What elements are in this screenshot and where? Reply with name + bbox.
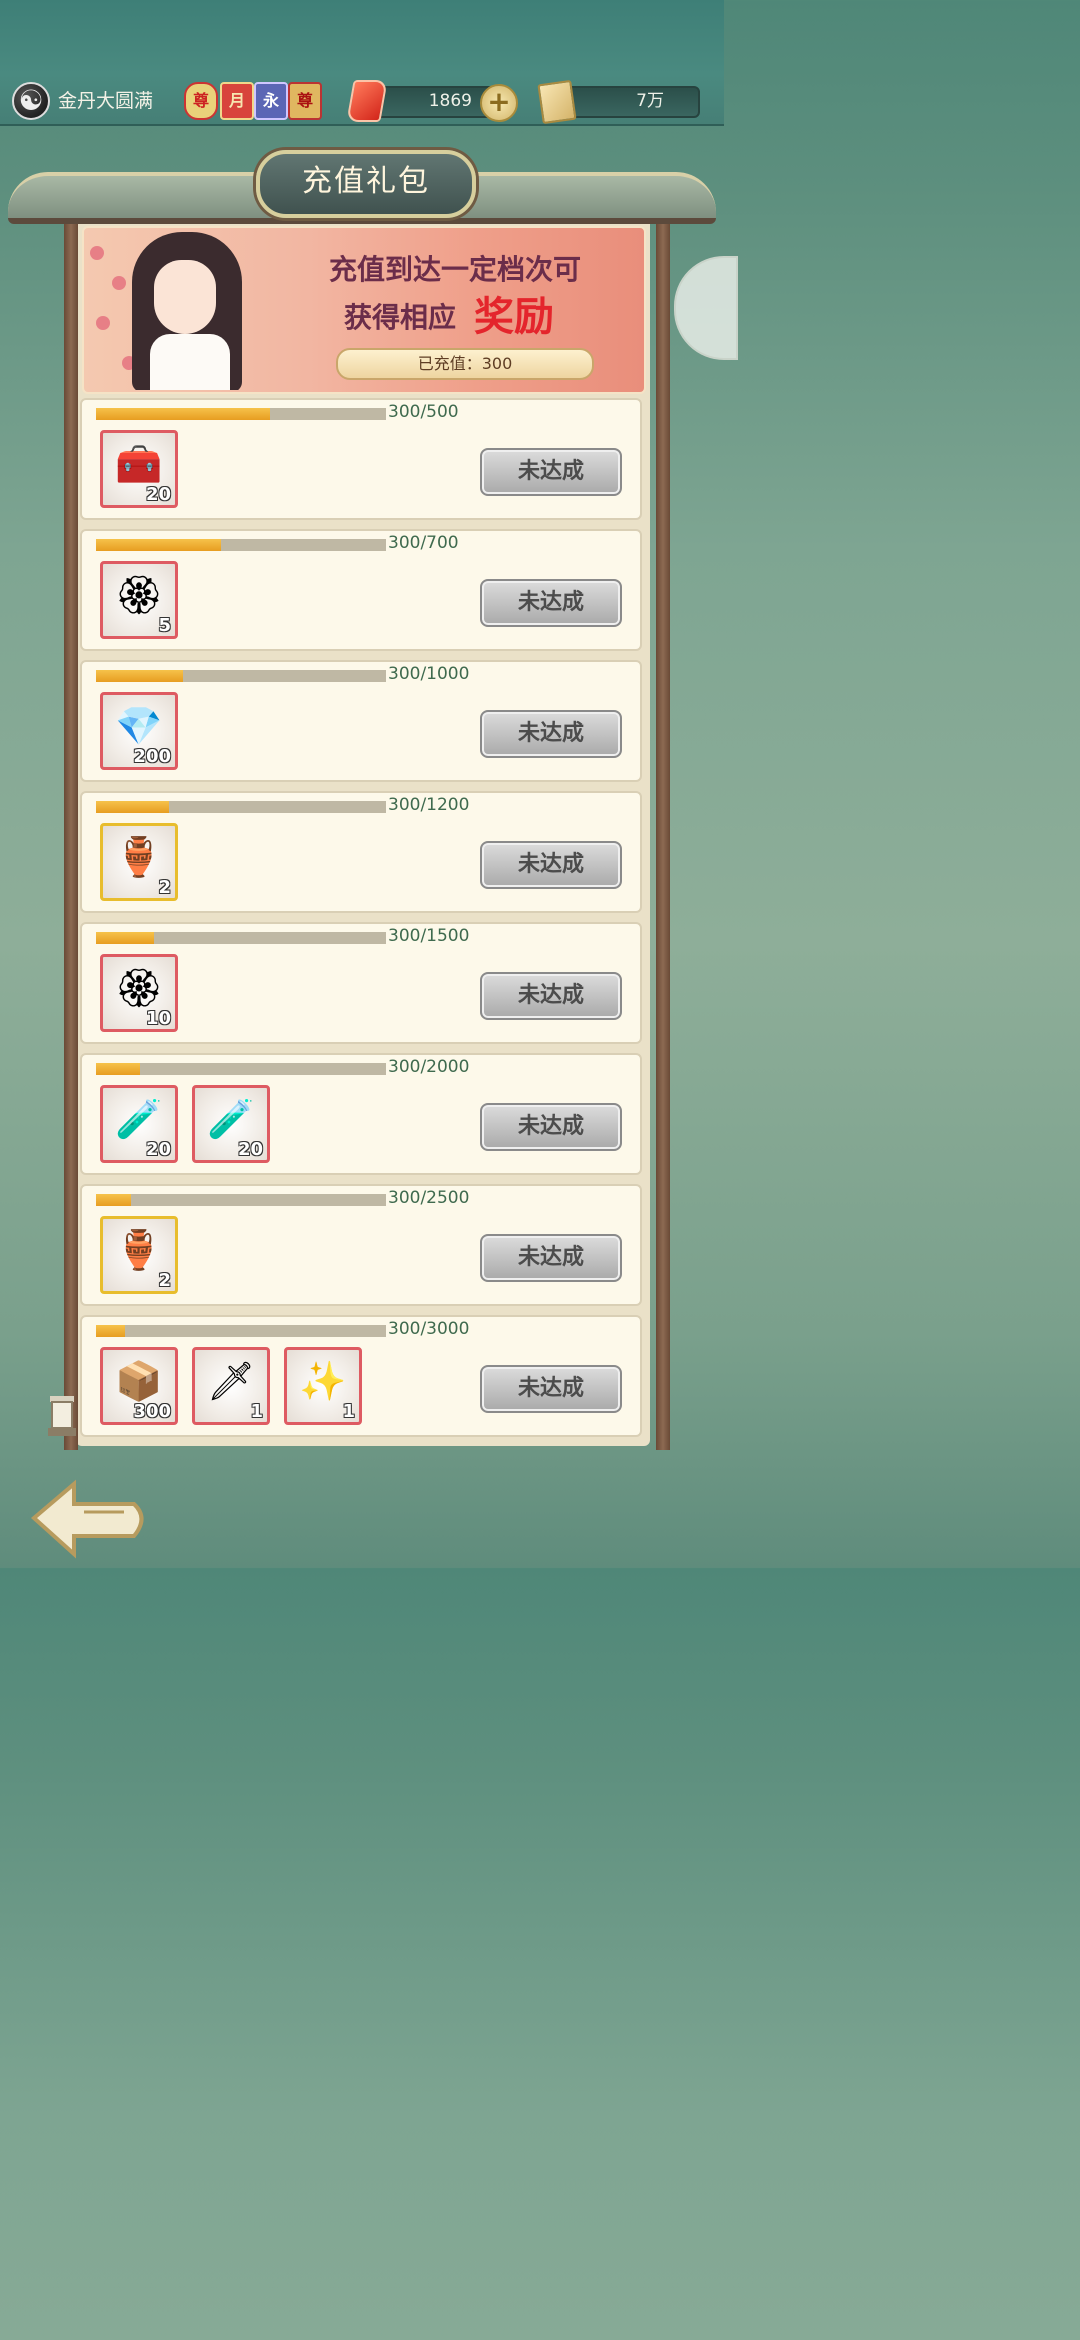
progress-fill: [96, 408, 270, 420]
reward-item[interactable]: 🏵 5: [100, 561, 178, 639]
progress-fill: [96, 932, 154, 944]
golden-aura-icon: ✨: [299, 1359, 347, 1403]
item-count: 20: [145, 484, 171, 505]
yin-yang-icon[interactable]: [12, 82, 50, 120]
item-count: 20: [237, 1139, 263, 1160]
reward-item[interactable]: 🗡 1: [192, 1347, 270, 1425]
reward-item[interactable]: 📦 300: [100, 1347, 178, 1425]
pink-crystal-icon: 💎: [115, 704, 163, 748]
item-count: 20: [145, 1139, 171, 1160]
privilege-badge-4[interactable]: 尊: [288, 82, 322, 120]
reward-item[interactable]: ✨ 1: [284, 1347, 362, 1425]
claim-status-button[interactable]: 未达成: [480, 1365, 622, 1413]
progress-bar: [96, 539, 386, 551]
progress-fill: [96, 539, 221, 551]
cultivation-realm: 金丹大圆满: [58, 90, 154, 112]
privilege-badge-1[interactable]: 尊: [184, 82, 218, 120]
silver-amount: 7万: [636, 91, 664, 111]
banner-subline: 获得相应: [344, 301, 457, 334]
progress-bar: [96, 1063, 386, 1075]
progress-text: 300/1500: [388, 926, 470, 946]
add-currency-button[interactable]: +: [480, 84, 518, 122]
tier-row: 300/1500 🏵 10 未达成: [80, 922, 642, 1044]
item-count: 2: [158, 877, 171, 898]
side-chat-button[interactable]: [674, 256, 738, 360]
claim-status-button[interactable]: 未达成: [480, 710, 622, 758]
item-count: 1: [250, 1401, 263, 1422]
progress-text: 300/500: [388, 402, 459, 422]
tier-row: 300/2500 🏺 2 未达成: [80, 1184, 642, 1306]
reward-item[interactable]: 🏺 2: [100, 1216, 178, 1294]
privilege-badge-2[interactable]: 月: [220, 82, 254, 120]
progress-text: 300/2000: [388, 1057, 470, 1077]
progress-text: 300/2500: [388, 1188, 470, 1208]
reward-item[interactable]: 🧪 20: [100, 1085, 178, 1163]
orange-bottle-icon: 🧪: [115, 1097, 163, 1141]
progress-fill: [96, 1194, 131, 1206]
privilege-badge-3[interactable]: 永: [254, 82, 288, 120]
progress-fill: [96, 801, 169, 813]
progress-bar: [96, 408, 386, 420]
claim-status-button[interactable]: 未达成: [480, 1103, 622, 1151]
tier-row: 300/2000 🧪 20 🧪 20 未达成: [80, 1053, 642, 1175]
sword-icon: 🗡: [206, 1359, 256, 1403]
banner-headline: 充值到达一定档次可: [328, 253, 581, 286]
item-count: 2: [158, 1270, 171, 1291]
lantern-icon: [48, 1396, 76, 1436]
claim-status-button[interactable]: 未达成: [480, 841, 622, 889]
progress-bar: [96, 932, 386, 944]
progress-text: 300/700: [388, 533, 459, 553]
progress-bar: [96, 801, 386, 813]
tier-row: 300/1200 🏺 2 未达成: [80, 791, 642, 913]
reward-item[interactable]: 🧪 20: [192, 1085, 270, 1163]
mystery-box-icon: 📦: [115, 1359, 163, 1403]
claim-status-button[interactable]: 未达成: [480, 448, 622, 496]
character-illustration: [82, 226, 292, 390]
progress-text: 300/3000: [388, 1319, 470, 1339]
back-arrow-button[interactable]: [24, 1476, 154, 1560]
tier-row: 300/3000 📦 300 🗡 1 ✨ 1 未达成: [80, 1315, 642, 1437]
progress-bar: [96, 1194, 386, 1206]
item-count: 200: [133, 746, 171, 767]
blue-bottle-icon: 🧪: [207, 1097, 255, 1141]
jade-tray-icon: 🏵: [114, 966, 164, 1010]
progress-text: 300/1000: [388, 664, 470, 684]
jade-tray-icon: 🏵: [114, 573, 164, 617]
tier-row: 300/700 🏵 5 未达成: [80, 529, 642, 651]
claim-status-button[interactable]: 未达成: [480, 579, 622, 627]
frame-post-right: [656, 210, 670, 1450]
tier-row: 300/1000 💎 200 未达成: [80, 660, 642, 782]
progress-fill: [96, 1063, 140, 1075]
item-count: 5: [158, 615, 171, 636]
red-chest-icon: 🧰: [115, 442, 163, 486]
frame-post-left: [64, 210, 78, 1450]
golden-cauldron-icon: 🏺: [115, 835, 163, 879]
recharged-amount: 已充值：300: [336, 348, 594, 380]
claim-status-button[interactable]: 未达成: [480, 972, 622, 1020]
reward-item[interactable]: 🧰 20: [100, 430, 178, 508]
item-count: 300: [133, 1401, 171, 1422]
progress-fill: [96, 670, 183, 682]
banner-reward-word: 奖励: [474, 293, 554, 340]
jade-amount: 1869: [428, 91, 472, 111]
tier-row: 300/500 🧰 20 未达成: [80, 398, 642, 520]
item-count: 1: [342, 1401, 355, 1422]
page-title: 充值礼包: [302, 164, 430, 199]
progress-bar: [96, 1325, 386, 1337]
item-count: 10: [145, 1008, 171, 1029]
scroll-icon: [537, 79, 577, 125]
reward-item[interactable]: 🏵 10: [100, 954, 178, 1032]
golden-cauldron-icon: 🏺: [115, 1228, 163, 1272]
reward-item[interactable]: 💎 200: [100, 692, 178, 770]
claim-status-button[interactable]: 未达成: [480, 1234, 622, 1282]
progress-fill: [96, 1325, 125, 1337]
reward-item[interactable]: 🏺 2: [100, 823, 178, 901]
progress-text: 300/1200: [388, 795, 470, 815]
progress-bar: [96, 670, 386, 682]
